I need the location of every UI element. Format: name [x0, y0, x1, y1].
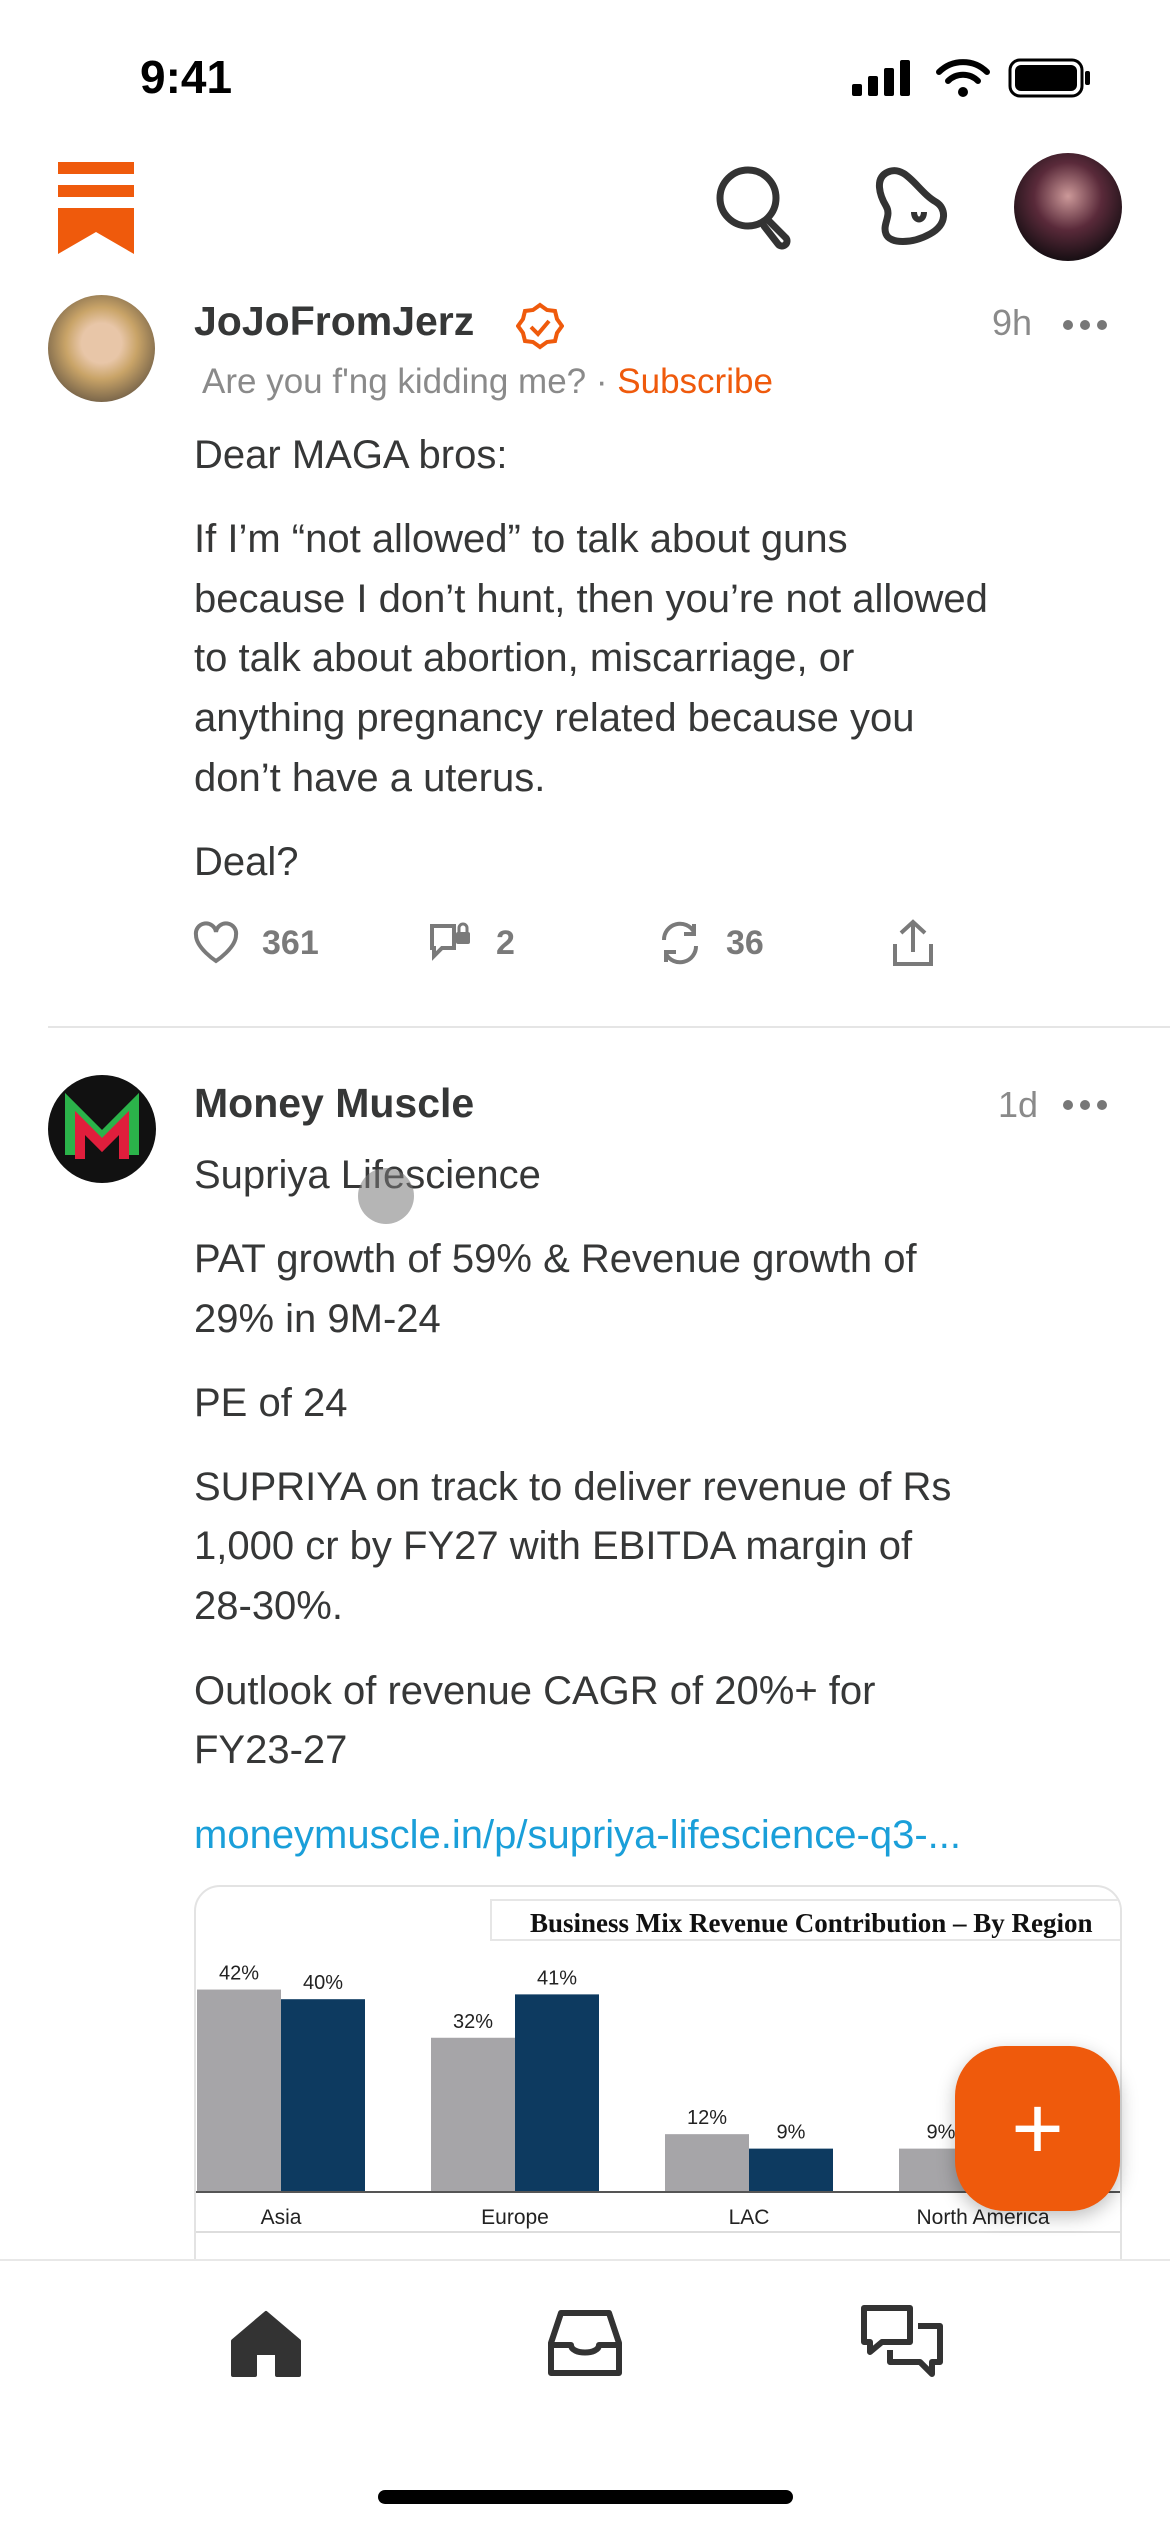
post-text: 29% in 9M-24	[194, 1297, 441, 1341]
post-text: because I don’t hunt, then you’re not al…	[194, 577, 988, 621]
post-text: Deal?	[194, 840, 299, 884]
author-avatar[interactable]	[48, 295, 155, 402]
category-label: Asia	[261, 2206, 302, 2229]
share-icon[interactable]	[888, 916, 938, 970]
data-label: 42%	[219, 1963, 259, 1985]
inbox-tab[interactable]	[546, 2306, 624, 2382]
post-text: Dear MAGA bros:	[194, 433, 508, 477]
bar	[515, 1994, 599, 2192]
post-text: FY23-27	[194, 1728, 348, 1772]
substack-logo[interactable]	[56, 160, 136, 256]
more-options-icon[interactable]	[1062, 310, 1108, 340]
post-text: If I’m “not allowed” to talk about guns	[194, 517, 848, 561]
data-label: 12%	[687, 2107, 727, 2129]
chart-title: Business Mix Revenue Contribution – By R…	[530, 1908, 1093, 1938]
post-text: Outlook of revenue CAGR of 20%+ for	[194, 1669, 876, 1713]
bar	[749, 2148, 833, 2192]
subscribe-link[interactable]: Subscribe	[617, 362, 773, 401]
category-label: LAC	[729, 2206, 770, 2229]
post-text: to talk about abortion, miscarriage, or	[194, 636, 855, 680]
more-options-icon[interactable]	[1062, 1090, 1108, 1120]
chat-icon	[861, 2305, 943, 2377]
post-text: PE of 24	[194, 1381, 348, 1425]
plus-icon: +	[1011, 2078, 1064, 2179]
category-label: Europe	[481, 2206, 549, 2229]
divider	[48, 1026, 1170, 1028]
signal-icon	[852, 60, 914, 96]
bar	[431, 2037, 515, 2192]
data-label: 32%	[453, 2011, 493, 2033]
post-text: SUPRIYA on track to deliver revenue of R…	[194, 1465, 952, 1509]
post-text: PAT growth of 59% & Revenue growth of	[194, 1237, 917, 1281]
author-name[interactable]: Money Muscle	[194, 1080, 474, 1127]
like-button[interactable]: 361	[192, 918, 319, 968]
restack-icon	[661, 921, 699, 965]
author-name[interactable]: JoJoFromJerz	[194, 298, 474, 345]
status-time: 9:41	[140, 51, 233, 103]
bar	[665, 2134, 749, 2192]
post-time: 9h	[992, 302, 1033, 343]
inbox-icon	[548, 2310, 622, 2376]
restack-button[interactable]: 36	[656, 918, 764, 968]
search-icon[interactable]	[712, 160, 802, 250]
publication-name[interactable]: Are you f'ng kidding me?	[202, 362, 586, 401]
post-text: don’t have a uterus.	[194, 756, 546, 800]
chat-tab[interactable]	[858, 2302, 946, 2386]
data-label: 40%	[303, 1972, 343, 1994]
bell-icon[interactable]	[868, 160, 958, 250]
bar	[197, 1989, 281, 2192]
home-tab[interactable]	[228, 2306, 304, 2382]
post-text: anything pregnancy related because you	[194, 696, 915, 740]
data-label: 9%	[777, 2122, 806, 2144]
comment-button[interactable]: 2	[424, 918, 515, 968]
data-label: 9%	[927, 2122, 956, 2144]
home-icon	[231, 2311, 301, 2377]
separator: ·	[595, 362, 608, 401]
heart-icon	[193, 921, 239, 964]
profile-avatar[interactable]	[1014, 153, 1122, 261]
post-text: 1,000 cr by FY27 with EBITDA margin of	[194, 1524, 913, 1568]
comment-icon	[430, 922, 470, 961]
compose-button[interactable]: +	[955, 2046, 1120, 2211]
touch-indicator	[358, 1168, 414, 1224]
verified-badge-icon	[516, 302, 564, 352]
restack-count: 36	[726, 923, 764, 962]
wifi-icon	[936, 58, 990, 98]
post-text: 28-30%.	[194, 1584, 343, 1628]
post-time: 1d	[998, 1084, 1039, 1125]
author-avatar[interactable]	[48, 1075, 156, 1183]
battery-icon	[1008, 58, 1092, 98]
home-indicator	[378, 2490, 793, 2504]
like-count: 361	[262, 923, 319, 962]
post-link[interactable]: moneymuscle.in/p/supriya-lifescience-q3-…	[194, 1805, 961, 1865]
data-label: 41%	[537, 1967, 577, 1989]
comment-count: 2	[496, 923, 515, 962]
bar	[281, 1999, 365, 2192]
